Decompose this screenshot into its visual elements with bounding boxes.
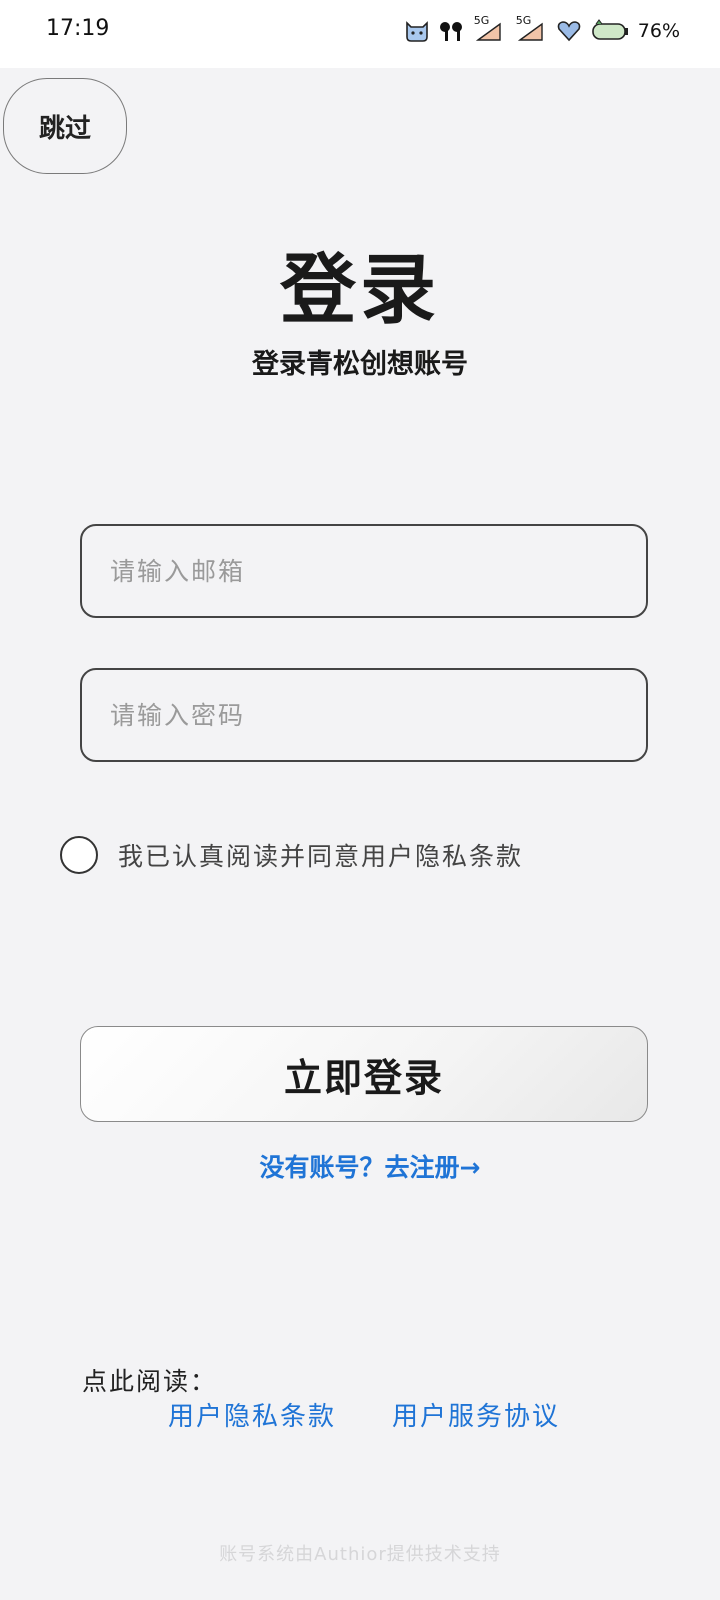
- email-field-container: [80, 524, 648, 618]
- privacy-policy-link[interactable]: 用户隐私条款: [168, 1396, 336, 1433]
- agree-row[interactable]: 我已认真阅读并同意用户隐私条款: [60, 834, 523, 876]
- signal-5g-icon: 5G: [514, 14, 548, 44]
- heart-icon: [557, 21, 581, 42]
- email-input[interactable]: [82, 526, 646, 616]
- password-field-container: [80, 668, 648, 762]
- login-button[interactable]: 立即登录: [80, 1026, 648, 1122]
- register-link[interactable]: 没有账号？去注册→: [0, 1148, 720, 1184]
- agree-checkbox[interactable]: [60, 836, 98, 874]
- battery-icon: [591, 19, 628, 40]
- battery-percent: 76%: [637, 20, 680, 42]
- status-icons: 5G 5G 76%: [404, 14, 680, 46]
- password-input[interactable]: [82, 670, 646, 760]
- agree-text: 我已认真阅读并同意用户隐私条款: [118, 842, 524, 871]
- skip-button[interactable]: 跳过: [3, 78, 127, 174]
- footer-text: 账号系统由Authior提供技术支持: [219, 1544, 501, 1565]
- cat-icon: [405, 21, 428, 42]
- earbuds-icon: [439, 22, 462, 41]
- page-title: 登录: [280, 245, 440, 334]
- page-subtitle: 登录青松创想账号: [252, 349, 468, 380]
- status-bar: 17:19 5G 5G 76%: [0, 0, 720, 68]
- read-label: 点此阅读：: [82, 1367, 218, 1396]
- signal-5g-icon: 5G: [472, 14, 506, 44]
- service-agreement-link[interactable]: 用户服务协议: [392, 1396, 560, 1433]
- status-time: 17:19: [46, 16, 110, 41]
